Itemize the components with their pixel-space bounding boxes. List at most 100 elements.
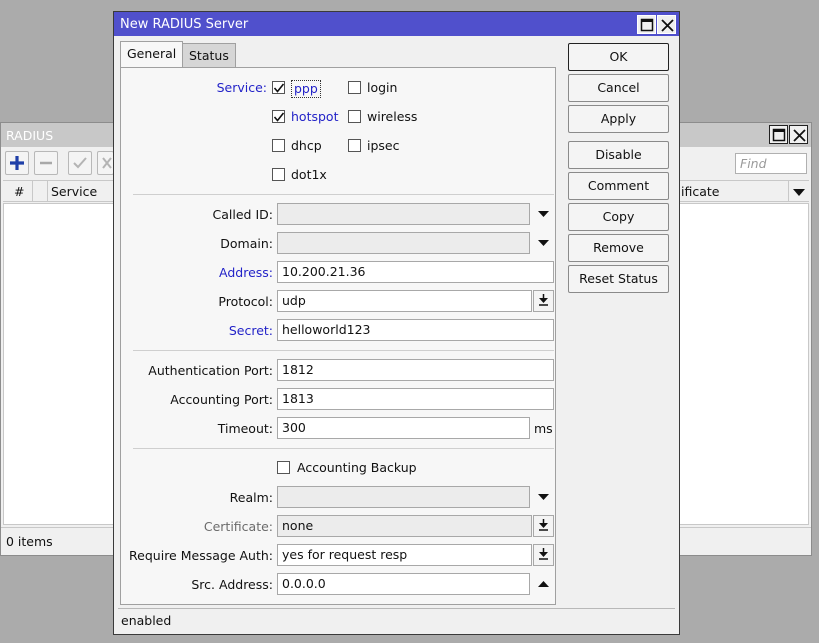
disable-toolbar-button[interactable]: [97, 151, 114, 175]
column-header-number[interactable]: #: [14, 184, 24, 199]
dropdown-arrow-icon: [539, 519, 548, 531]
copy-button[interactable]: Copy: [568, 203, 669, 231]
general-panel: Service: ppp login hotspot wireless dhcp…: [120, 67, 556, 605]
protocol-select[interactable]: udp: [277, 290, 532, 312]
find-input[interactable]: Find: [735, 153, 807, 174]
check-icon: [73, 157, 87, 169]
chevron-down-icon: [538, 211, 549, 217]
auth-port-label: Authentication Port:: [148, 363, 273, 378]
called-id-dropdown[interactable]: [533, 203, 554, 225]
address-label: Address:: [219, 265, 273, 280]
service-ppp-checkbox[interactable]: [272, 81, 285, 94]
enable-toolbar-button[interactable]: [68, 151, 92, 175]
cancel-button[interactable]: Cancel: [568, 74, 669, 102]
address-input[interactable]: 10.200.21.36: [277, 261, 554, 283]
service-dot1x-label[interactable]: dot1x: [291, 167, 327, 183]
service-wireless-checkbox[interactable]: [348, 110, 361, 123]
service-hotspot-checkbox[interactable]: [272, 110, 285, 123]
src-address-input[interactable]: 0.0.0.0: [277, 573, 530, 595]
radius-window-title: RADIUS: [6, 128, 54, 143]
dropdown-arrow-icon: [539, 548, 548, 560]
dialog-title: New RADIUS Server: [120, 17, 249, 32]
service-login-checkbox[interactable]: [348, 81, 361, 94]
chevron-down-icon: [538, 494, 549, 500]
certificate-label: Certificate:: [203, 519, 273, 534]
remove-button[interactable]: Remove: [568, 234, 669, 262]
close-icon: [661, 19, 674, 32]
tab-general[interactable]: General: [120, 41, 184, 67]
new-radius-server-dialog: New RADIUS Server General Status Service…: [113, 11, 680, 635]
service-label: Service:: [216, 80, 267, 95]
maximize-button[interactable]: [769, 125, 788, 144]
column-divider: [47, 181, 48, 202]
cross-icon: [102, 157, 112, 169]
src-address-collapse[interactable]: [533, 573, 554, 595]
domain-label: Domain:: [220, 236, 273, 251]
service-ipsec-label[interactable]: ipsec: [367, 138, 399, 154]
certificate-select[interactable]: none: [277, 515, 532, 537]
checkmark-icon: [273, 83, 285, 93]
auth-port-input[interactable]: 1812: [277, 359, 554, 381]
close-icon: [793, 129, 806, 142]
section-divider: [133, 350, 554, 351]
timeout-unit: ms: [534, 421, 553, 436]
dialog-statusbar: enabled: [118, 608, 675, 632]
dropdown-arrow-icon: [539, 294, 548, 306]
column-divider: [32, 181, 33, 202]
add-button[interactable]: [5, 151, 29, 175]
dialog-close-button[interactable]: [657, 15, 676, 34]
require-message-auth-label: Require Message Auth:: [129, 548, 273, 563]
realm-label: Realm:: [229, 490, 273, 505]
accounting-backup-label[interactable]: Accounting Backup: [297, 460, 417, 476]
ok-button[interactable]: OK: [568, 43, 669, 71]
service-dhcp-checkbox[interactable]: [272, 139, 285, 152]
timeout-input[interactable]: 300: [277, 417, 530, 439]
accounting-backup-checkbox[interactable]: [277, 461, 290, 474]
disable-button[interactable]: Disable: [568, 141, 669, 169]
protocol-dropdown-button[interactable]: [533, 290, 554, 312]
certificate-dropdown-button[interactable]: [533, 515, 554, 537]
acct-port-input[interactable]: 1813: [277, 388, 554, 410]
chevron-down-icon: [538, 240, 549, 246]
service-ipsec-checkbox[interactable]: [348, 139, 361, 152]
column-divider: [788, 181, 789, 202]
column-menu-icon[interactable]: [791, 185, 807, 199]
secret-input[interactable]: helloworld123: [277, 319, 554, 341]
protocol-label: Protocol:: [218, 294, 273, 309]
service-dhcp-label[interactable]: dhcp: [291, 138, 322, 154]
timeout-label: Timeout:: [217, 421, 273, 436]
section-divider: [133, 448, 554, 449]
service-dot1x-checkbox[interactable]: [272, 168, 285, 181]
service-wireless-label[interactable]: wireless: [367, 109, 417, 125]
tab-status[interactable]: Status: [182, 43, 236, 67]
column-header-service[interactable]: Service: [51, 184, 97, 199]
maximize-icon: [772, 128, 786, 142]
realm-dropdown[interactable]: [533, 486, 554, 508]
comment-button[interactable]: Comment: [568, 172, 669, 200]
close-button[interactable]: [789, 125, 808, 144]
src-address-label: Src. Address:: [191, 577, 273, 592]
dialog-maximize-button[interactable]: [637, 15, 656, 34]
dialog-titlebar[interactable]: New RADIUS Server: [114, 12, 679, 36]
apply-button[interactable]: Apply: [568, 105, 669, 133]
service-hotspot-label[interactable]: hotspot: [291, 109, 338, 125]
section-divider: [133, 194, 554, 195]
item-count: 0 items: [6, 534, 53, 549]
acct-port-label: Accounting Port:: [170, 392, 273, 407]
called-id-label: Called ID:: [212, 207, 273, 222]
require-message-auth-select[interactable]: yes for request resp: [277, 544, 532, 566]
service-login-label[interactable]: login: [367, 80, 397, 96]
service-ppp-label[interactable]: ppp: [291, 80, 321, 98]
maximize-icon: [640, 18, 654, 32]
called-id-input[interactable]: [277, 203, 530, 225]
secret-label: Secret:: [228, 323, 273, 338]
realm-input[interactable]: [277, 486, 530, 508]
reset-status-button[interactable]: Reset Status: [568, 265, 669, 293]
column-header-certificate[interactable]: ificate: [681, 184, 719, 199]
require-message-auth-dropdown-button[interactable]: [533, 544, 554, 566]
minus-icon: [40, 161, 52, 165]
checkmark-icon: [273, 112, 285, 122]
domain-input[interactable]: [277, 232, 530, 254]
remove-toolbar-button[interactable]: [34, 151, 58, 175]
domain-dropdown[interactable]: [533, 232, 554, 254]
